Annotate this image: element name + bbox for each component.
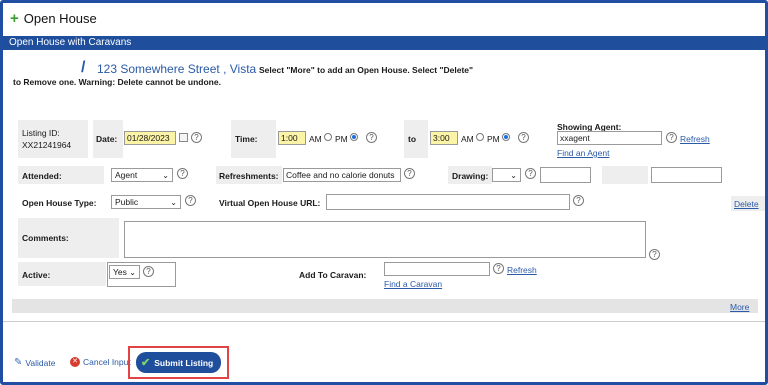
time-from-input[interactable]: 1:00 bbox=[278, 131, 306, 145]
date-help-icon[interactable]: ? bbox=[191, 132, 202, 143]
refreshments-label: Refreshments: bbox=[219, 171, 279, 181]
address-slash-icon: / bbox=[81, 59, 86, 76]
date-label: Date: bbox=[96, 134, 118, 144]
chevron-down-icon: ⌄ bbox=[170, 198, 177, 207]
time-to-am-label: AM bbox=[461, 134, 474, 144]
more-link[interactable]: More bbox=[730, 302, 749, 312]
attended-select[interactable]: Agent ⌄ bbox=[111, 168, 173, 182]
section-header-bar: Open House with Caravans bbox=[3, 36, 765, 50]
listing-address: 123 Somewhere Street , Vista bbox=[97, 62, 257, 76]
showing-agent-input[interactable]: xxagent bbox=[557, 131, 662, 145]
active-label: Active: bbox=[22, 270, 51, 280]
attended-label: Attended: bbox=[22, 171, 62, 181]
chevron-down-icon: ⌄ bbox=[510, 171, 517, 180]
attended-help-icon[interactable]: ? bbox=[177, 168, 188, 179]
caravan-refresh-link[interactable]: Refresh bbox=[507, 265, 537, 275]
find-caravan-link[interactable]: Find a Caravan bbox=[384, 279, 442, 289]
time-label: Time: bbox=[235, 134, 258, 144]
add-to-caravan-label: Add To Caravan: bbox=[299, 270, 367, 280]
time-from-am-radio[interactable] bbox=[324, 133, 332, 141]
listing-id-cell bbox=[18, 120, 88, 158]
open-house-type-label: Open House Type: bbox=[22, 198, 97, 208]
extra-field[interactable] bbox=[651, 167, 722, 183]
validate-label: Validate bbox=[25, 357, 56, 368]
blank-label-cell bbox=[602, 166, 648, 184]
comments-textarea[interactable] bbox=[124, 221, 646, 258]
cancel-input-label: Cancel Input bbox=[83, 357, 131, 367]
chevron-down-icon: ⌄ bbox=[162, 171, 169, 180]
time-to-input[interactable]: 3:00 bbox=[430, 131, 458, 145]
cancel-input-button[interactable]: ✕ Cancel Input bbox=[70, 357, 131, 367]
drawing-select[interactable]: ⌄ bbox=[492, 168, 521, 182]
time-to-pm-label: PM bbox=[487, 134, 500, 144]
delete-link[interactable]: Delete bbox=[734, 199, 759, 209]
date-input[interactable]: 01/28/2023 bbox=[124, 131, 176, 145]
time-from-pm-radio[interactable] bbox=[350, 133, 358, 141]
virtual-url-input[interactable] bbox=[326, 194, 570, 210]
time-to-pm-radio[interactable] bbox=[502, 133, 510, 141]
find-agent-link[interactable]: Find an Agent bbox=[557, 148, 609, 158]
caravan-input[interactable] bbox=[384, 262, 490, 276]
caravan-help-icon[interactable]: ? bbox=[493, 263, 504, 274]
listing-id-label: Listing ID: bbox=[22, 128, 60, 138]
window-title-text: Open House bbox=[23, 11, 97, 26]
showing-agent-refresh-link[interactable]: Refresh bbox=[680, 134, 710, 144]
showing-agent-help-icon[interactable]: ? bbox=[666, 132, 677, 143]
cancel-icon: ✕ bbox=[70, 357, 80, 367]
virtual-url-label: Virtual Open House URL: bbox=[219, 198, 321, 208]
open-house-type-select[interactable]: Public ⌄ bbox=[111, 195, 181, 209]
drawing-label: Drawing: bbox=[452, 171, 489, 181]
open-house-type-help-icon[interactable]: ? bbox=[185, 195, 196, 206]
attended-select-value: Agent bbox=[115, 170, 138, 180]
listing-id-value: XX21241964 bbox=[22, 140, 72, 150]
virtual-url-help-icon[interactable]: ? bbox=[573, 195, 584, 206]
highlight-box bbox=[128, 346, 229, 379]
window-title: + Open House bbox=[10, 11, 97, 26]
validate-icon: ✎ bbox=[14, 357, 23, 368]
validate-button[interactable]: ✎ Validate bbox=[14, 357, 55, 368]
open-house-type-value: Public bbox=[115, 197, 139, 207]
comments-label: Comments: bbox=[22, 233, 69, 243]
drawing-extra-field[interactable] bbox=[540, 167, 591, 183]
time-from-am-label: AM bbox=[309, 134, 322, 144]
refreshments-help-icon[interactable]: ? bbox=[404, 168, 415, 179]
active-field-box bbox=[107, 262, 176, 287]
time-to-help-icon[interactable]: ? bbox=[518, 132, 529, 143]
comments-help-icon[interactable]: ? bbox=[649, 249, 660, 260]
plus-icon: + bbox=[10, 10, 19, 27]
to-label: to bbox=[408, 134, 417, 144]
window-frame bbox=[0, 0, 768, 385]
instruction-text-1: Select "More" to add an Open House. Sele… bbox=[259, 65, 474, 75]
time-to-am-radio[interactable] bbox=[476, 133, 484, 141]
refreshments-input[interactable]: Coffee and no calorie donuts bbox=[283, 168, 401, 182]
time-from-pm-label: PM bbox=[335, 134, 348, 144]
calendar-icon[interactable] bbox=[179, 133, 188, 142]
time-from-help-icon[interactable]: ? bbox=[366, 132, 377, 143]
more-bar bbox=[12, 299, 758, 313]
divider bbox=[3, 321, 765, 322]
instruction-text-2: to Remove one. Warning: Delete cannot be… bbox=[13, 77, 221, 87]
drawing-help-icon[interactable]: ? bbox=[525, 168, 536, 179]
